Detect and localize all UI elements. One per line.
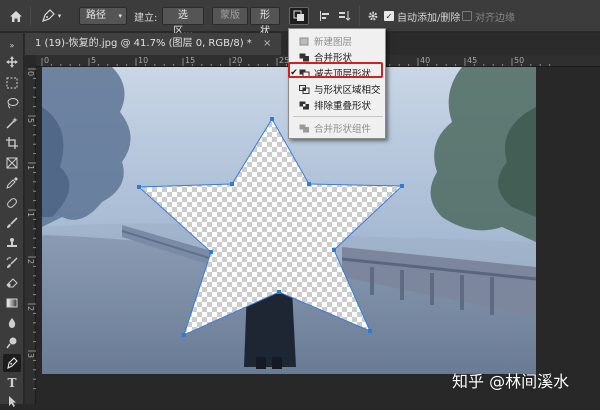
auto-add-delete-checkbox[interactable]: ✓ [383,7,395,25]
path-selection-tool-icon[interactable] [3,392,21,410]
separator [359,6,360,26]
menu-item-label: 排除重叠形状 [314,101,372,112]
ruler-label: 5 [26,118,35,124]
path-operations-menu: 新建图层 合并形状 ✔ 减去顶层形状 与形状区域相交 排除重叠形状 合并形状组件 [288,28,386,139]
combine-shapes-icon [299,53,310,62]
make-mask-button[interactable]: 蒙版 [212,7,248,25]
ruler-label: 0 [26,71,35,77]
type-tool-icon[interactable]: T [3,374,21,392]
move-tool-icon[interactable] [3,53,21,71]
panel-collapse-icon[interactable]: » [3,36,21,54]
path-alignment-icon[interactable] [316,7,334,25]
make-shape-button[interactable]: 形状 [250,7,280,37]
path-arrangement-icon[interactable] [336,7,354,25]
intersect-shape-areas-icon [299,84,310,94]
eraser-tool-icon[interactable] [3,274,21,292]
blur-tool-icon[interactable] [3,314,21,332]
healing-brush-tool-icon[interactable] [3,194,21,212]
ruler-label: 1 [26,165,35,171]
exclude-overlapping-shapes-icon [299,101,310,110]
ruler-label: 45 [467,56,478,65]
menu-item-label: 合并形状组件 [314,124,372,135]
home-icon[interactable] [6,7,26,25]
align-edges-label: 对齐边缘 [475,13,515,24]
menu-item-intersect-shape-areas[interactable]: 与形状区域相交 [289,81,387,97]
ruler-label: 2 [26,306,35,312]
ruler-label: 5 [91,56,97,65]
menu-item-label: 与形状区域相交 [314,85,381,96]
menu-item-label: 新建图层 [314,37,353,48]
new-layer-icon [299,37,310,46]
merge-shape-components-icon [299,124,310,133]
menu-item-new-layer[interactable]: 新建图层 [289,33,387,49]
brush-tool-icon[interactable] [3,214,21,232]
crop-tool-icon[interactable] [3,134,21,152]
watermark: 知乎 @林间溪水 [452,372,570,391]
ruler-vertical[interactable]: 0 5 1 1 2 2 3 [25,67,36,404]
tool-mode-select[interactable]: 路径 ▾ [79,7,127,25]
magic-wand-tool-icon[interactable] [3,114,21,132]
dodge-tool-icon[interactable] [3,334,21,352]
highlight-box [288,62,383,78]
ruler-label: 1 [26,212,35,218]
ruler-label: 50 [514,56,525,65]
clone-stamp-tool-icon[interactable] [3,234,21,252]
build-label: 建立: [134,13,158,24]
ruler-label: 10 [138,56,149,65]
ruler-label: 0 [44,56,50,65]
tool-mode-value: 路径 [86,10,106,21]
eyedropper-tool-icon[interactable] [3,174,21,192]
marquee-tool-icon[interactable] [3,74,21,92]
make-selection-button[interactable]: 选区... [162,7,204,37]
ruler-label: 15 [185,56,196,65]
document-tab[interactable]: 1 (19)-恢复的.jpg @ 41.7% (图层 0, RGB/8) * × [25,33,282,55]
frame-tool-icon[interactable] [3,154,21,172]
path-operations-button[interactable] [289,7,309,25]
ruler-label: 2 [26,259,35,265]
history-brush-tool-icon[interactable] [3,254,21,272]
path-operations-icon [293,10,304,21]
close-icon[interactable]: × [263,38,271,49]
align-edges-checkbox[interactable] [461,7,473,25]
chevron-down-icon: ▾ [118,12,122,20]
pen-tool-preset-picker[interactable]: ▾ [36,7,66,25]
menu-item-exclude-overlapping-shapes[interactable]: 排除重叠形状 [289,97,387,113]
ruler-label: 20 [232,56,243,65]
gear-icon[interactable] [365,7,381,25]
pen-tool-icon[interactable] [3,354,21,372]
separator [30,6,31,26]
tools-panel: » T [0,33,24,407]
menu-divider [293,116,383,117]
ruler-label: 3 [26,353,35,359]
ruler-label: 40 [420,56,431,65]
gradient-tool-icon[interactable] [3,294,21,312]
menu-item-merge-shape-components[interactable]: 合并形状组件 [289,120,387,136]
lasso-tool-icon[interactable] [3,94,21,112]
document-tab-title: 1 (19)-恢复的.jpg @ 41.7% (图层 0, RGB/8) * [35,38,252,49]
auto-add-delete-label: 自动添加/删除 [397,13,461,24]
